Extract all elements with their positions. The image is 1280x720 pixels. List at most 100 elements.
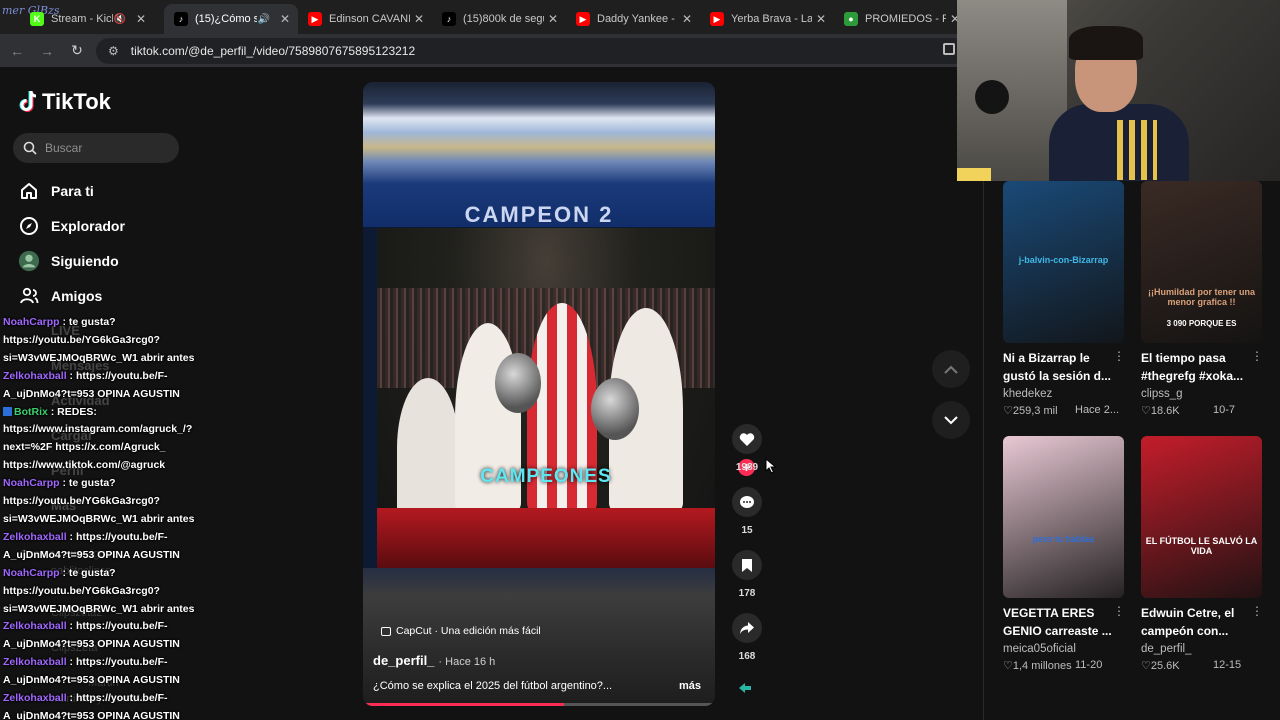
video-progress-bar[interactable]: [363, 703, 715, 706]
chat-line: si=W3vWEJMOqBRWc_W1 abrir antes: [3, 511, 203, 529]
browser-tab[interactable]: K Stream - Kick 🔇 ✕: [20, 4, 154, 34]
bot-badge-icon: [3, 406, 12, 416]
forward-icon[interactable]: →: [34, 43, 60, 59]
more-options-icon[interactable]: ⋮: [1251, 349, 1263, 363]
card-author[interactable]: clipss_g: [1141, 388, 1183, 400]
site-info-icon[interactable]: ⚙: [108, 44, 119, 58]
chat-line: https://youtu.be/YG6kGa3rcg0?: [3, 583, 203, 601]
url-text: tiktok.com/@de_perfil_/video/75898076758…: [130, 44, 416, 58]
tab-title: Daddy Yankee - La: [597, 13, 678, 25]
browser-tab[interactable]: ▶ Yerba Brava - La C ✕: [700, 4, 834, 34]
chat-line: Zelkohaxball : https://youtu.be/F-: [3, 368, 203, 386]
search-input[interactable]: Buscar: [13, 133, 179, 163]
chat-message-text: : https://youtu.be/F-: [66, 369, 168, 382]
card-author[interactable]: de_perfil_: [1141, 643, 1192, 655]
more-options-icon[interactable]: ⋮: [1113, 349, 1125, 363]
more-options-icon[interactable]: ⋮: [1113, 604, 1125, 618]
video-thumbnail[interactable]: ¡¡Humildad por tener una menor grafica !…: [1141, 181, 1262, 343]
chat-line: Zelkohaxball : https://youtu.be/F-: [3, 654, 203, 672]
webcam-person-hair: [1069, 26, 1143, 60]
chat-message-text: si=W3vWEJMOqBRWc_W1 abrir antes: [3, 512, 195, 525]
progress-fill: [363, 703, 564, 706]
chat-username: NoahCarpp: [3, 477, 60, 490]
browser-toolbar: ← → ↻ ⚙ tiktok.com/@de_perfil_/video/758…: [0, 34, 966, 67]
music-disc-icon[interactable]: [737, 681, 757, 695]
chat-message-text: https://youtu.be/YG6kGa3rcg0?: [3, 584, 160, 597]
nav-siguiendo[interactable]: Siguiendo: [18, 250, 119, 272]
stage: [377, 508, 715, 568]
share-button[interactable]: 168: [727, 613, 767, 662]
video-player[interactable]: CAMPEON 2 CAMPEONES CapCut · Una edición…: [363, 82, 715, 706]
card-title[interactable]: Ni a Bizarrap le gustó la sesión d...: [1003, 349, 1124, 385]
next-video-button[interactable]: [932, 401, 970, 439]
chat-message-text: A_ujDnMo4?t=953 OPINA AGUSTIN: [3, 709, 180, 720]
browser-tab[interactable]: ▶ Daddy Yankee - La ✕: [566, 4, 700, 34]
previous-video-button[interactable]: [932, 350, 970, 388]
card-title[interactable]: Edwuin Cetre, el campeón con...: [1141, 604, 1262, 640]
more-options-icon[interactable]: ⋮: [1251, 604, 1263, 618]
card-meta: ♡ 259,3 mil Hace 2...: [1003, 404, 1124, 417]
tab-favicon-icon: ▶: [710, 12, 724, 26]
card-author[interactable]: meica05oficial: [1003, 643, 1076, 655]
browser-tab[interactable]: ♪ (15)800k de segu ✕: [432, 4, 566, 34]
chat-message-text: https://www.instagram.com/agruck_/?: [3, 423, 193, 436]
tab-muted-icon[interactable]: 🔇: [113, 14, 125, 25]
chat-message-text: : te gusta?: [59, 477, 116, 490]
tab-close-icon[interactable]: ✕: [816, 12, 826, 26]
video-thumbnail[interactable]: j-balvin-con-Bizarrap: [1003, 181, 1124, 343]
video-thumbnail[interactable]: pero tu hablas: [1003, 436, 1124, 598]
chat-line: https://youtu.be/YG6kGa3rcg0?: [3, 493, 203, 511]
tab-favicon-icon: K: [30, 12, 44, 26]
back-icon[interactable]: ←: [4, 43, 30, 59]
nav-label: Amigos: [51, 288, 103, 304]
tab-title: (15)¿Cómo se: [195, 13, 258, 25]
tab-close-icon[interactable]: ✕: [136, 12, 146, 26]
chat-message-text: A_ujDnMo4?t=953 OPINA AGUSTIN: [3, 638, 180, 651]
save-button[interactable]: 178: [727, 550, 767, 599]
caption-more-link[interactable]: más: [679, 680, 701, 692]
chat-line: A_ujDnMo4?t=953 OPINA AGUSTIN: [3, 636, 203, 654]
nav-amigos[interactable]: Amigos: [18, 285, 102, 307]
tiktok-note-icon: [19, 90, 37, 112]
tab-audio-icon[interactable]: 🔊: [257, 14, 269, 25]
card-author[interactable]: khedekez: [1003, 388, 1052, 400]
card-title[interactable]: VEGETTA ERES GENIO carreaste ...: [1003, 604, 1124, 640]
nav-para-ti[interactable]: Para ti: [18, 180, 94, 202]
browser-tab[interactable]: ♪ (15)¿Cómo se🔊 ✕: [164, 4, 298, 34]
card-like-count: 18.6K: [1150, 404, 1180, 417]
thumbnail-subtext: 3 090 PORQUE ES: [1166, 319, 1237, 328]
reload-icon[interactable]: ↻: [64, 42, 90, 59]
chat-message-text: : https://youtu.be/F-: [66, 620, 168, 633]
nav-label: Explorador: [51, 218, 125, 234]
thumbnail-text: j-balvin-con-Bizarrap: [1018, 255, 1109, 265]
player-figure: [397, 378, 459, 518]
card-title[interactable]: El tiempo pasa #thegrefg #xoka...: [1141, 349, 1262, 385]
browser-tab[interactable]: ▶ Edinson CAVANI ✕: [298, 4, 432, 34]
comment-button[interactable]: 15: [727, 487, 767, 536]
streamer-webcam: [957, 0, 1280, 181]
chat-message-text: si=W3vWEJMOqBRWc_W1 abrir antes: [3, 351, 195, 364]
extension-icon[interactable]: [943, 43, 955, 55]
browser-tab[interactable]: ● PROMIEDOS - Fu ✕: [834, 4, 968, 34]
thumbnail-text: ¡¡Humildad por tener una menor grafica !…: [1147, 287, 1255, 307]
tab-close-icon[interactable]: ✕: [414, 12, 424, 26]
heart-icon: ♡: [1003, 405, 1013, 417]
browser-tab-bar: mer GlBzs KStream - Kick🔇✕♪(15)¿Cómo se🔊…: [0, 0, 960, 34]
comment-icon: [732, 487, 762, 517]
tab-close-icon[interactable]: ✕: [280, 12, 290, 26]
address-bar[interactable]: ⚙ tiktok.com/@de_perfil_/video/758980767…: [96, 38, 966, 64]
tab-close-icon[interactable]: ✕: [682, 12, 692, 26]
tab-title: (15)800k de segu: [463, 13, 544, 25]
tiktok-logo[interactable]: TikTok: [18, 89, 111, 115]
like-button[interactable]: 1989: [727, 424, 767, 473]
webcam-jersey: [1117, 120, 1157, 180]
nav-explorador[interactable]: Explorador: [18, 215, 125, 237]
chat-username: NoahCarpp: [3, 316, 60, 328]
tab-close-icon[interactable]: ✕: [548, 12, 558, 26]
video-thumbnail[interactable]: EL FÚTBOL LE SALVÓ LA VIDA: [1141, 436, 1262, 598]
chat-line: A_ujDnMo4?t=953 OPINA AGUSTIN: [3, 708, 203, 720]
capcut-tag[interactable]: CapCut · Una edición más fácil: [381, 625, 541, 637]
video-author[interactable]: de_perfil_ · Hace 16 h: [373, 653, 495, 668]
card-meta: ♡ 18.6K 10-7: [1141, 404, 1262, 417]
chat-line: NoahCarpp : te gusta?: [3, 475, 203, 493]
